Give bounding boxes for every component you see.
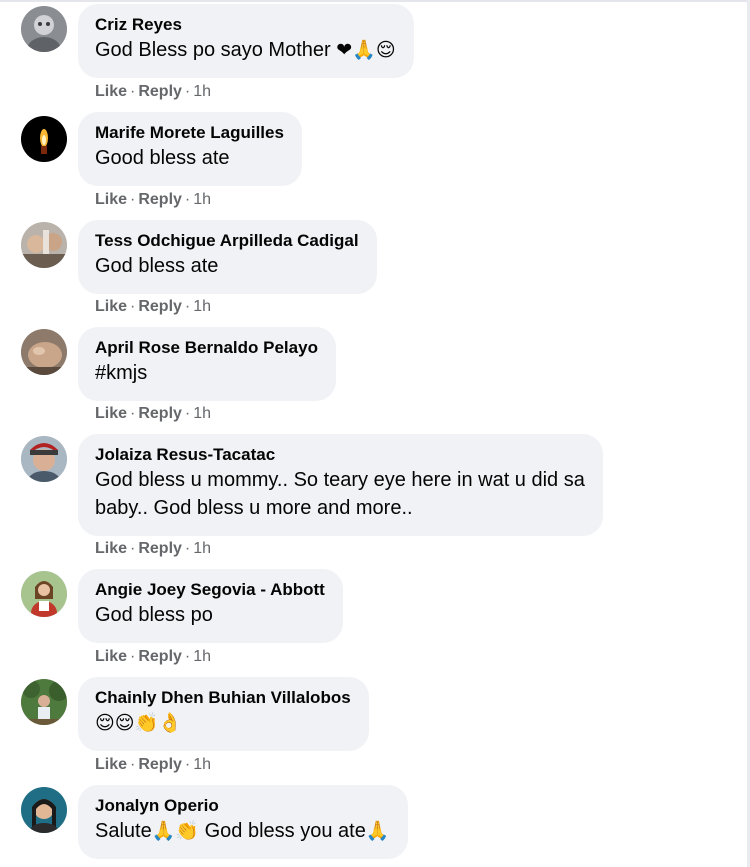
avatar[interactable]	[21, 6, 67, 52]
separator: ·	[184, 756, 191, 773]
comment-bubble: Jolaiza Resus-Tacatac God bless u mommy.…	[78, 434, 603, 536]
comment-timestamp[interactable]: 1h	[193, 648, 211, 665]
comment-bubble: Chainly Dhen Buhian Villalobos 😌😌👏👌	[78, 677, 369, 751]
avatar[interactable]	[21, 222, 67, 268]
avatar[interactable]	[21, 329, 67, 375]
comment-text: #kmjs	[95, 359, 318, 387]
avatar[interactable]	[21, 787, 67, 833]
comment-text-body: Good bless ate	[95, 147, 230, 169]
separator: ·	[184, 83, 191, 100]
separator: ·	[184, 191, 191, 208]
reply-button[interactable]: Reply	[138, 83, 182, 100]
comment-text: Salute🙏👏 God bless you ate🙏	[95, 817, 390, 845]
comment-text-body: God bless ate	[95, 255, 219, 277]
comment-text-body: #kmjs	[95, 362, 148, 384]
comment-author[interactable]: Criz Reyes	[95, 14, 396, 36]
reply-button[interactable]: Reply	[138, 756, 182, 773]
like-button[interactable]: Like	[95, 405, 127, 422]
like-button[interactable]: Like	[95, 540, 127, 557]
comment-text: God Bless po sayo Mother ❤🙏😌	[95, 36, 396, 64]
comment-text: God bless u mommy.. So teary eye here in…	[95, 466, 585, 522]
comment-author[interactable]: Chainly Dhen Buhian Villalobos	[95, 687, 351, 709]
separator: ·	[184, 540, 191, 557]
separator: ·	[184, 648, 191, 665]
comment-text-body: God bless you ate	[199, 820, 366, 842]
separator: ·	[184, 298, 191, 315]
comment-actions: Like · Reply · 1h	[95, 539, 211, 559]
comment-emoji: 😌😌👏👌	[95, 712, 182, 734]
comment-author[interactable]: April Rose Bernaldo Pelayo	[95, 337, 318, 359]
separator: ·	[130, 191, 136, 208]
comment-author[interactable]: Tess Odchigue Arpilleda Cadigal	[95, 230, 359, 252]
separator: ·	[184, 405, 191, 422]
comment-bubble: April Rose Bernaldo Pelayo #kmjs	[78, 327, 336, 401]
reply-button[interactable]: Reply	[138, 191, 182, 208]
comment-text-body: God bless po	[95, 604, 213, 626]
separator: ·	[130, 405, 136, 422]
separator: ·	[130, 648, 136, 665]
comment-timestamp[interactable]: 1h	[193, 756, 211, 773]
comment-text-body: Salute	[95, 820, 152, 842]
comment-emoji: ❤🙏😌	[336, 39, 396, 61]
comment-author[interactable]: Jonalyn Operio	[95, 795, 390, 817]
comment-bubble: Jonalyn Operio Salute🙏👏 God bless you at…	[78, 785, 408, 859]
reply-button[interactable]: Reply	[138, 648, 182, 665]
reply-button[interactable]: Reply	[138, 298, 182, 315]
avatar[interactable]	[21, 571, 67, 617]
comment-emoji: 🙏	[365, 820, 390, 842]
comment-actions: Like · Reply · 1h	[95, 404, 211, 424]
comment-author[interactable]: Angie Joey Segovia - Abbott	[95, 579, 325, 601]
like-button[interactable]: Like	[95, 191, 127, 208]
comment-timestamp[interactable]: 1h	[193, 298, 211, 315]
reply-button[interactable]: Reply	[138, 540, 182, 557]
comment-author[interactable]: Jolaiza Resus-Tacatac	[95, 444, 585, 466]
avatar[interactable]	[21, 679, 67, 725]
reply-button[interactable]: Reply	[138, 405, 182, 422]
comment-actions: Like · Reply · 1h	[95, 755, 211, 775]
avatar[interactable]	[21, 436, 67, 482]
comment-text: God bless po	[95, 601, 325, 629]
separator: ·	[130, 83, 136, 100]
avatar[interactable]	[21, 116, 67, 162]
like-button[interactable]: Like	[95, 648, 127, 665]
comment-timestamp[interactable]: 1h	[193, 191, 211, 208]
comment-author[interactable]: Marife Morete Laguilles	[95, 122, 284, 144]
comment-timestamp[interactable]: 1h	[193, 405, 211, 422]
comment-bubble: Marife Morete Laguilles Good bless ate	[78, 112, 302, 186]
comment-emoji: 🙏👏	[151, 820, 200, 842]
comment-text-body: God Bless po sayo Mother	[95, 39, 331, 61]
comment-bubble: Criz Reyes God Bless po sayo Mother ❤🙏😌	[78, 4, 414, 78]
comment-timestamp[interactable]: 1h	[193, 540, 211, 557]
top-divider	[0, 0, 750, 2]
separator: ·	[130, 756, 136, 773]
comment-text: 😌😌👏👌	[95, 709, 351, 737]
comment-text: God bless ate	[95, 252, 359, 280]
like-button[interactable]: Like	[95, 298, 127, 315]
comment-text: Good bless ate	[95, 144, 284, 172]
comment-actions: Like · Reply · 1h	[95, 647, 211, 667]
comment-timestamp[interactable]: 1h	[193, 83, 211, 100]
comment-text-line: God bless u mommy.. So teary eye here in…	[95, 469, 585, 491]
like-button[interactable]: Like	[95, 756, 127, 773]
comment-text-line: baby.. God bless u more and more..	[95, 497, 413, 519]
like-button[interactable]: Like	[95, 83, 127, 100]
comment-bubble: Tess Odchigue Arpilleda Cadigal God bles…	[78, 220, 377, 294]
comment-actions: Like · Reply · 1h	[95, 297, 211, 317]
separator: ·	[130, 540, 136, 557]
comment-actions: Like · Reply · 1h	[95, 190, 211, 210]
comment-actions: Like · Reply · 1h	[95, 82, 211, 102]
comment-bubble: Angie Joey Segovia - Abbott God bless po	[78, 569, 343, 643]
separator: ·	[130, 298, 136, 315]
